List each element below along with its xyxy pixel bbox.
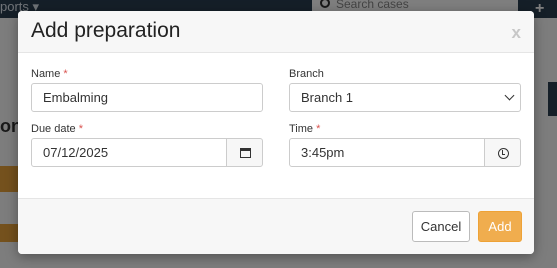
- calendar-icon: [240, 148, 251, 158]
- due-date-input[interactable]: 07/12/2025: [31, 138, 227, 167]
- chevron-down-icon: [504, 90, 515, 101]
- time-label: Time *: [289, 123, 320, 135]
- modal-footer: Cancel Add: [18, 198, 534, 254]
- modal-body: Name * Embalming Branch Branch 1 Due dat…: [18, 53, 534, 198]
- cancel-button[interactable]: Cancel: [412, 211, 470, 242]
- time-input-value: 3:45pm: [301, 145, 345, 160]
- time-label-text: Time: [289, 123, 314, 135]
- due-date-label: Due date *: [31, 123, 83, 135]
- clock-button[interactable]: [484, 138, 521, 167]
- due-date-label-text: Due date: [31, 123, 76, 135]
- close-button[interactable]: x: [512, 23, 521, 43]
- modal-header: Add preparation x: [18, 11, 534, 53]
- required-marker: *: [63, 68, 68, 80]
- name-label: Name *: [31, 68, 68, 80]
- branch-label-text: Branch: [289, 68, 324, 80]
- name-input[interactable]: Embalming: [31, 83, 263, 112]
- name-label-text: Name: [31, 68, 61, 80]
- due-date-input-value: 07/12/2025: [43, 145, 109, 160]
- required-marker: *: [78, 123, 83, 135]
- clock-icon: [498, 148, 509, 159]
- modal-title: Add preparation: [31, 19, 181, 42]
- branch-select[interactable]: Branch 1: [289, 83, 521, 112]
- name-input-value: Embalming: [43, 90, 109, 105]
- time-input[interactable]: 3:45pm: [289, 138, 485, 167]
- add-button[interactable]: Add: [478, 211, 522, 242]
- branch-select-value: Branch 1: [301, 90, 354, 105]
- calendar-button[interactable]: [226, 138, 263, 167]
- branch-label: Branch: [289, 68, 324, 80]
- add-preparation-modal: Add preparation x Name * Embalming Branc…: [18, 11, 534, 254]
- required-marker: *: [316, 123, 321, 135]
